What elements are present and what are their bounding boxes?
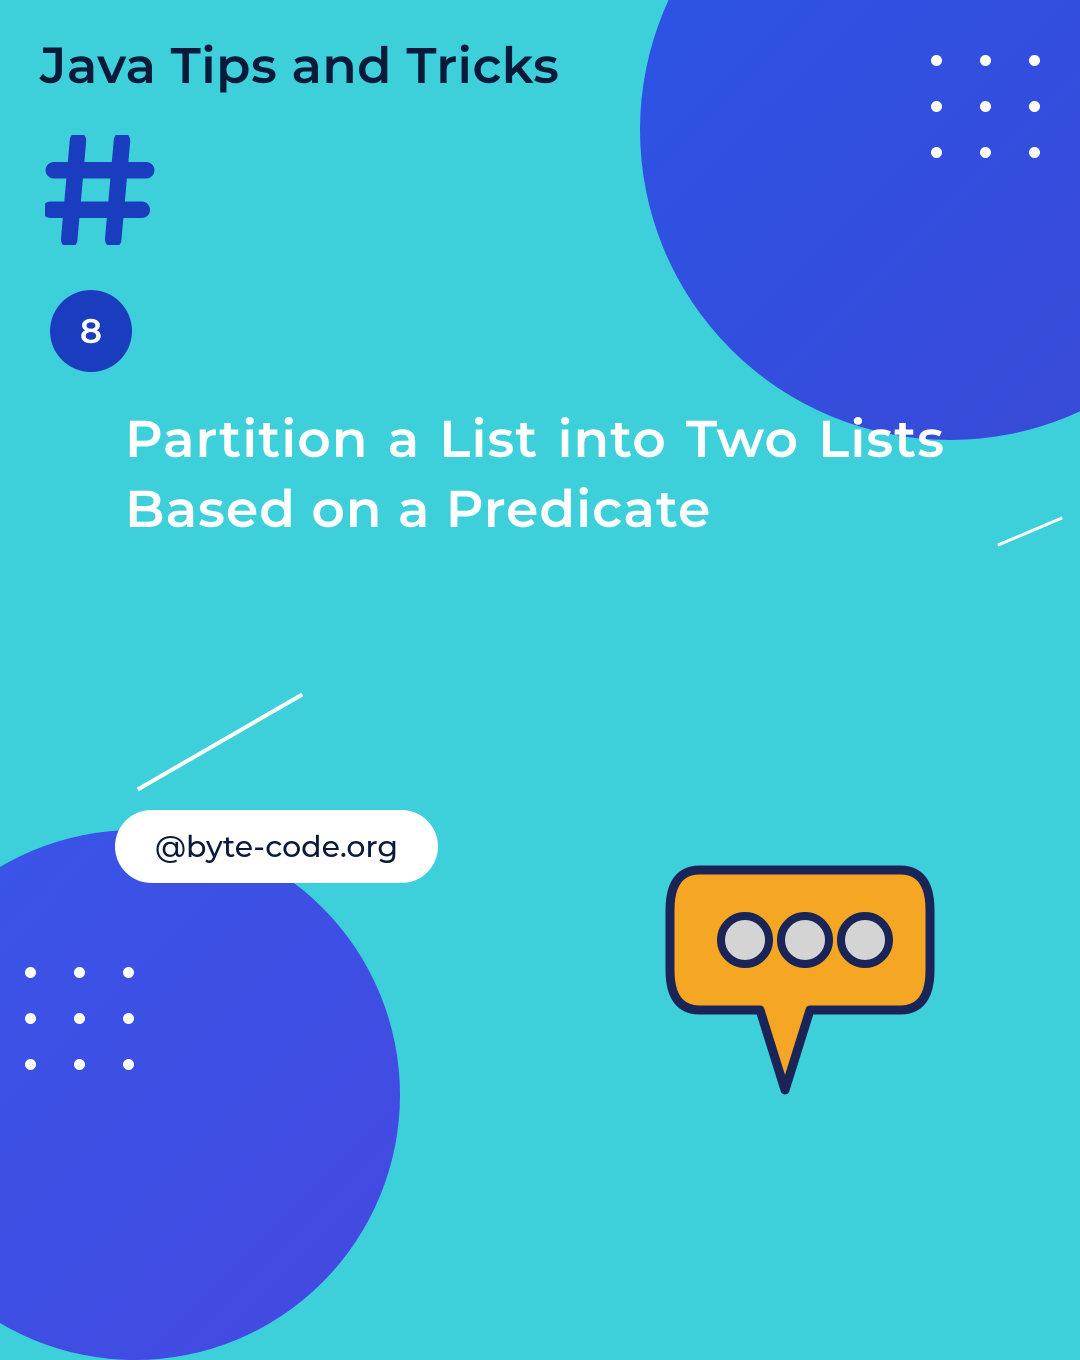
dot-icon (1029, 101, 1040, 112)
decorative-circle-bottom (0, 830, 400, 1360)
dot-icon (980, 55, 991, 66)
dot-icon (25, 1059, 36, 1070)
tip-number-badge: 8 (50, 290, 132, 372)
dot-icon (1029, 147, 1040, 158)
dot-icon (74, 1059, 85, 1070)
dot-icon (931, 55, 942, 66)
dot-icon (1029, 55, 1040, 66)
dots-grid-bottom (25, 967, 134, 1070)
author-handle: @byte-code.org (115, 810, 438, 883)
dot-icon (931, 101, 942, 112)
dot-icon (74, 967, 85, 978)
tip-number: 8 (80, 310, 102, 352)
page-title: Java Tips and Tricks (40, 35, 559, 96)
dot-icon (74, 1013, 85, 1024)
dot-icon (123, 1059, 134, 1070)
decorative-line-small (997, 516, 1063, 546)
speech-bubble-icon (650, 840, 950, 1120)
dot-icon (980, 101, 991, 112)
dot-icon (123, 1013, 134, 1024)
handle-text: @byte-code.org (155, 828, 398, 865)
dot-icon (980, 147, 991, 158)
dot-icon (25, 967, 36, 978)
tip-description: Partition a List into Two Lists Based on… (125, 405, 945, 545)
decorative-line-large (137, 693, 304, 791)
dot-icon (123, 967, 134, 978)
dot-icon (25, 1013, 36, 1024)
hash-icon (45, 135, 155, 245)
dots-grid-top (931, 55, 1040, 158)
dot-icon (931, 147, 942, 158)
